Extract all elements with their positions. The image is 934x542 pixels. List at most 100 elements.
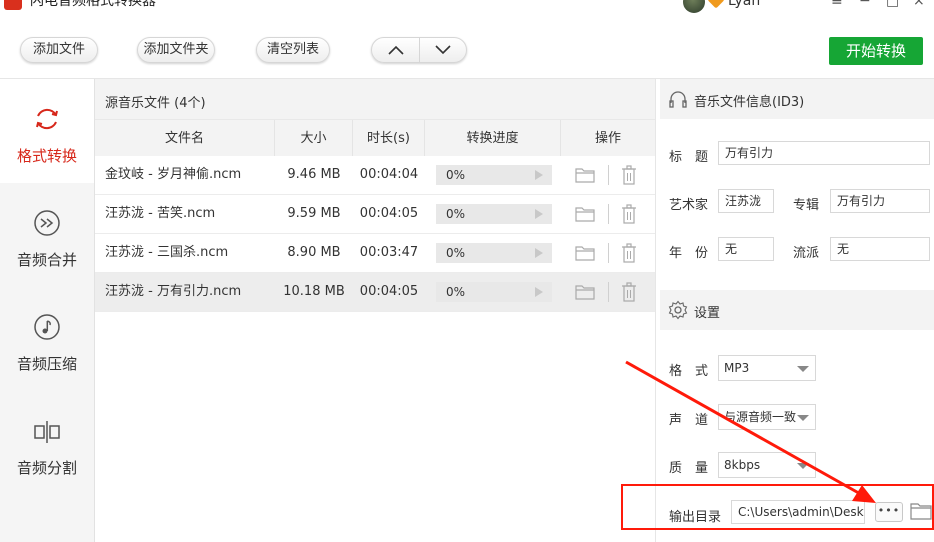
user-avatar[interactable] bbox=[683, 0, 705, 13]
action-separator bbox=[608, 282, 609, 302]
title-field[interactable]: 万有引力 bbox=[718, 141, 930, 165]
file-duration: 00:03:47 bbox=[359, 245, 419, 260]
quality-select[interactable]: 8kbps bbox=[718, 452, 816, 478]
trash-icon[interactable] bbox=[621, 282, 637, 302]
sidebar-item-audio-compress[interactable]: 音频压缩 bbox=[0, 287, 94, 391]
play-icon[interactable] bbox=[535, 248, 543, 258]
app-logo-icon bbox=[4, 0, 22, 10]
properties-panel: 音乐文件信息(ID3) 标 题 万有引力 艺术家 汪苏泷 专辑 万有引力 年 份… bbox=[655, 79, 934, 542]
channel-label: 声 道 bbox=[669, 413, 709, 428]
play-icon[interactable] bbox=[535, 170, 543, 180]
file-size: 9.46 MB bbox=[287, 167, 341, 182]
sidebar-item-audio-split[interactable]: 音频分割 bbox=[0, 391, 94, 495]
clear-list-button[interactable]: 清空列表 bbox=[256, 37, 330, 63]
folder-icon[interactable] bbox=[575, 206, 595, 222]
quality-value: 8kbps bbox=[724, 458, 761, 472]
action-separator bbox=[608, 204, 609, 224]
chevron-down-icon bbox=[435, 45, 451, 55]
folder-icon[interactable] bbox=[575, 245, 595, 261]
sidebar-item-label: 音频合并 bbox=[16, 251, 77, 269]
trash-icon[interactable] bbox=[621, 243, 637, 263]
artist-label: 艺术家 bbox=[669, 198, 709, 213]
sidebar-item-label: 音频分割 bbox=[16, 459, 77, 477]
file-count-title: 源音乐文件 (4个) bbox=[105, 96, 206, 111]
title-bar: 闪电音频格式转换器 Lyan ≡ − □ × bbox=[0, 0, 934, 14]
play-icon[interactable] bbox=[535, 209, 543, 219]
table-row[interactable]: 金玟岐 - 岁月神偷.ncm 9.46 MB 00:04:04 0% bbox=[95, 156, 655, 195]
move-up-button[interactable] bbox=[372, 38, 419, 62]
channel-value: 与源音频一致 bbox=[724, 410, 797, 424]
progress-percent: 0% bbox=[446, 168, 466, 182]
table-header: 文件名 大小 时长(s) 转换进度 操作 bbox=[95, 119, 655, 157]
settings-title: 设置 bbox=[694, 306, 721, 321]
column-header-actions: 操作 bbox=[594, 131, 621, 146]
add-folder-button[interactable]: 添加文件夹 bbox=[137, 37, 215, 63]
file-duration: 00:04:05 bbox=[359, 284, 419, 299]
table-row[interactable]: 汪苏泷 - 三国杀.ncm 8.90 MB 00:03:47 0% bbox=[95, 234, 655, 273]
toolbar: 添加文件 添加文件夹 清空列表 开始转换 bbox=[0, 14, 934, 78]
progress-bar: 0% bbox=[436, 243, 552, 263]
file-list-panel: 源音乐文件 (4个) 文件名 大小 时长(s) 转换进度 操作 金玟岐 - 岁月… bbox=[95, 79, 655, 542]
merge-icon bbox=[34, 210, 60, 236]
genre-label: 流派 bbox=[793, 246, 820, 261]
close-icon[interactable]: × bbox=[913, 0, 925, 10]
format-value: MP3 bbox=[724, 361, 750, 375]
channel-select[interactable]: 与源音频一致 bbox=[718, 404, 816, 430]
file-name: 金玟岐 - 岁月神偷.ncm bbox=[105, 167, 242, 182]
minimize-icon[interactable]: − bbox=[859, 0, 871, 10]
album-label: 专辑 bbox=[793, 198, 820, 213]
column-header-progress: 转换进度 bbox=[425, 120, 561, 157]
file-size: 8.90 MB bbox=[287, 245, 341, 260]
file-duration: 00:04:05 bbox=[359, 206, 419, 221]
album-field[interactable]: 万有引力 bbox=[830, 189, 930, 213]
start-convert-button[interactable]: 开始转换 bbox=[829, 37, 923, 65]
file-name: 汪苏泷 - 三国杀.ncm bbox=[105, 245, 229, 260]
action-separator bbox=[608, 165, 609, 185]
id3-info-header: 音乐文件信息(ID3) bbox=[660, 79, 934, 119]
folder-icon[interactable] bbox=[575, 284, 595, 300]
sidebar-item-format-convert[interactable]: 格式转换 bbox=[0, 79, 94, 183]
file-size: 10.18 MB bbox=[283, 284, 345, 299]
table-row[interactable]: 汪苏泷 - 万有引力.ncm 10.18 MB 00:04:05 0% bbox=[95, 273, 655, 312]
music-note-icon bbox=[34, 314, 60, 340]
file-list-header: 源音乐文件 (4个) bbox=[95, 79, 655, 119]
format-select[interactable]: MP3 bbox=[718, 355, 816, 381]
format-label: 格 式 bbox=[669, 364, 709, 379]
column-header-duration: 时长(s) bbox=[353, 120, 425, 157]
file-name: 汪苏泷 - 万有引力.ncm bbox=[105, 284, 242, 299]
trash-icon[interactable] bbox=[621, 165, 637, 185]
user-name[interactable]: Lyan bbox=[728, 0, 760, 10]
progress-percent: 0% bbox=[446, 207, 466, 221]
add-file-button[interactable]: 添加文件 bbox=[20, 37, 98, 63]
progress-percent: 0% bbox=[446, 246, 466, 260]
app-title: 闪电音频格式转换器 bbox=[30, 0, 156, 9]
column-header-name: 文件名 bbox=[95, 120, 275, 157]
progress-bar: 0% bbox=[436, 204, 552, 224]
artist-field[interactable]: 汪苏泷 bbox=[718, 189, 774, 213]
id3-info-title: 音乐文件信息(ID3) bbox=[694, 95, 805, 110]
year-field[interactable]: 无 bbox=[718, 237, 774, 261]
maximize-icon[interactable]: □ bbox=[886, 0, 899, 10]
file-name: 汪苏泷 - 苦笑.ncm bbox=[105, 206, 216, 221]
chevron-down-icon bbox=[797, 463, 809, 469]
vip-icon bbox=[707, 0, 725, 9]
gear-icon bbox=[668, 300, 688, 320]
quality-label: 质 量 bbox=[669, 461, 709, 476]
file-duration: 00:04:04 bbox=[359, 167, 419, 182]
sidebar-item-label: 格式转换 bbox=[16, 147, 77, 165]
table-row[interactable]: 汪苏泷 - 苦笑.ncm 9.59 MB 00:04:05 0% bbox=[95, 195, 655, 234]
genre-field[interactable]: 无 bbox=[830, 237, 930, 261]
chevron-up-icon bbox=[387, 45, 404, 55]
menu-icon[interactable]: ≡ bbox=[831, 0, 843, 10]
refresh-icon bbox=[36, 108, 58, 130]
trash-icon[interactable] bbox=[621, 204, 637, 224]
sidebar-item-audio-merge[interactable]: 音频合并 bbox=[0, 183, 94, 287]
chevron-down-icon bbox=[797, 366, 809, 372]
folder-icon[interactable] bbox=[575, 167, 595, 183]
move-down-button[interactable] bbox=[419, 38, 466, 62]
play-icon[interactable] bbox=[535, 287, 543, 297]
progress-bar: 0% bbox=[436, 165, 552, 185]
title-label: 标 题 bbox=[669, 150, 709, 165]
settings-header: 设置 bbox=[660, 290, 934, 330]
year-label: 年 份 bbox=[669, 246, 709, 261]
